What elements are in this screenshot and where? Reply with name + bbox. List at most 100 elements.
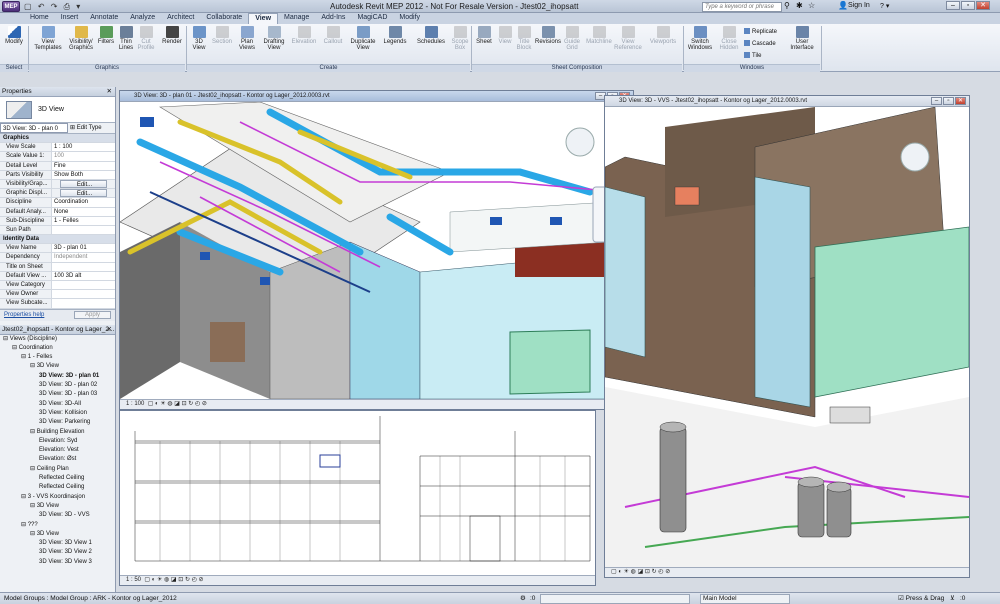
browser-tree-item[interactable]: 3D View: 3D View 1 (0, 539, 115, 548)
worksets-icon[interactable]: ⚙ (520, 593, 526, 604)
properties-section-header[interactable]: Identity Data (0, 235, 115, 245)
tab-manage[interactable]: Manage (278, 13, 315, 24)
property-value[interactable] (52, 299, 115, 308)
property-row[interactable]: Scale Value 1: 100 (0, 152, 115, 162)
filter-icon[interactable]: ⊻ (950, 593, 955, 604)
switch-windows-button[interactable]: Switch Windows (686, 26, 714, 62)
cut-profile-button[interactable]: Cut Profile (136, 26, 156, 62)
tab-insert[interactable]: Insert (55, 13, 85, 24)
browser-tree-item[interactable]: ⊟ Building Elevation (0, 428, 115, 437)
property-value[interactable] (52, 281, 115, 290)
browser-tree-item[interactable]: 3D View: 3D - plan 03 (0, 390, 115, 399)
close-hidden-button[interactable]: Close Hidden (716, 26, 742, 62)
property-row[interactable]: View Category (0, 281, 115, 291)
press-drag-checkbox[interactable]: ☑ Press & Drag (898, 593, 944, 604)
thin-lines-button[interactable]: Thin Lines (117, 26, 135, 62)
view-title-bar[interactable]: 3D View: 3D - plan 01 - Jtest02_ihopsatt… (120, 91, 633, 102)
browser-tree-item[interactable]: ⊟ Views (Discipline) (0, 335, 115, 344)
browser-tree-item[interactable]: ⊟ 1 - Felles (0, 353, 115, 362)
section-button[interactable]: Section (210, 26, 234, 62)
maximize-button[interactable]: ▫ (943, 97, 954, 105)
property-value[interactable]: 100 (52, 152, 115, 161)
view-scale[interactable]: 1 : 100 (126, 401, 144, 407)
render-button[interactable]: Render (160, 26, 184, 62)
close-button[interactable]: ✕ (976, 1, 990, 10)
collapse-toggle-icon[interactable]: ⊟ (30, 466, 37, 472)
tab-view[interactable]: View (248, 13, 279, 24)
maximize-button[interactable]: ▫ (961, 1, 975, 10)
property-row[interactable]: View Name 3D - plan 01 (0, 244, 115, 254)
browser-tree-item[interactable]: ⊟ 3 - VVS Koordinasjon (0, 493, 115, 502)
schedules-button[interactable]: Schedules (414, 26, 448, 62)
close-button[interactable]: ✕ (955, 97, 966, 105)
visibility-graphics-button[interactable]: Visibility/ Graphics (66, 26, 96, 62)
view-title-bar[interactable]: 3D View: 3D - VVS - Jtest02_ihopsatt - K… (605, 96, 969, 107)
elevation-drawing-canvas[interactable] (120, 411, 595, 575)
collapse-toggle-icon[interactable]: ⊟ (30, 429, 37, 435)
property-value[interactable]: Independent (52, 253, 115, 262)
property-row[interactable]: Detail Level Fine (0, 161, 115, 171)
collapse-toggle-icon[interactable]: ⊟ (21, 522, 28, 528)
property-row[interactable]: View Owner (0, 290, 115, 300)
filters-button[interactable]: Filters (96, 26, 116, 62)
browser-tree-item[interactable]: 3D View: 3D-All (0, 400, 115, 409)
collapse-toggle-icon[interactable]: ⊟ (12, 345, 19, 351)
legends-button[interactable]: Legends (382, 26, 408, 62)
help-icon[interactable]: ? ▾ (880, 2, 889, 10)
collapse-toggle-icon[interactable]: ⊟ (21, 494, 28, 500)
collapse-toggle-icon[interactable]: ⊟ (30, 503, 37, 509)
close-icon[interactable]: ✕ (107, 87, 112, 97)
minimize-button[interactable]: – (946, 1, 960, 10)
subscription-icon[interactable]: ✱ (796, 1, 803, 10)
scope-box-button[interactable]: Scope Box (450, 26, 470, 62)
browser-tree-item[interactable]: ⊟ 3D View (0, 362, 115, 371)
search-icon[interactable]: ⚲ (784, 1, 790, 10)
property-row[interactable]: View Subcate... (0, 299, 115, 309)
property-value[interactable]: None (52, 207, 115, 216)
quick-access-toolbar[interactable]: ▢ ↶ ↷ ⎙ ▾ (24, 2, 82, 12)
collapse-toggle-icon[interactable]: ⊟ (30, 531, 37, 537)
3d-model-canvas[interactable] (120, 102, 633, 399)
property-row[interactable]: Discipline Coordination (0, 198, 115, 208)
property-value[interactable]: Fine (52, 161, 115, 170)
apply-button[interactable]: Apply (73, 311, 111, 320)
tab-collaborate[interactable]: Collaborate (200, 13, 248, 24)
property-row[interactable]: Graphic Displ... Edit... (0, 189, 115, 199)
property-row[interactable]: View Scale 1 : 100 (0, 143, 115, 153)
minimize-button[interactable]: – (931, 97, 942, 105)
browser-tree-item[interactable]: Elevation: Vest (0, 446, 115, 455)
cascade-button[interactable]: Cascade (744, 40, 776, 47)
property-row[interactable]: Sub-Discipline 1 - Felles (0, 216, 115, 226)
elevation-button[interactable]: Elevation (290, 26, 318, 62)
user-interface-button[interactable]: User Interface (788, 26, 816, 62)
edit-type-button[interactable]: ⊞ Edit Type (68, 123, 102, 133)
property-value[interactable] (52, 290, 115, 299)
tab-add-ins[interactable]: Add-Ins (315, 13, 351, 24)
place-view-button[interactable]: View (496, 26, 514, 62)
browser-tree-item[interactable]: 3D View: Parkering (0, 418, 115, 427)
workset-field[interactable] (540, 594, 690, 604)
browser-tree-item[interactable]: Elevation: Øst (0, 455, 115, 464)
duplicate-view-button[interactable]: Duplicate View (348, 26, 378, 62)
browser-tree-item[interactable]: ⊟ ??? (0, 521, 115, 530)
tab-architect[interactable]: Architect (161, 13, 200, 24)
browser-tree-item[interactable]: ⊟ Ceiling Plan (0, 465, 115, 474)
view-controls-icons[interactable]: ▢ ◐ ☀ ◍ ◪ ⊡ ↻ ◴ ⊘ (146, 401, 207, 407)
tab-analyze[interactable]: Analyze (124, 13, 161, 24)
sheet-button[interactable]: Sheet (474, 26, 494, 62)
property-value[interactable] (52, 225, 115, 235)
property-row[interactable]: Visibility/Grap... Edit... (0, 179, 115, 190)
plan-views-button[interactable]: Plan Views (236, 26, 258, 62)
tab-modify[interactable]: Modify (393, 13, 426, 24)
property-row[interactable]: Default Analy... None (0, 207, 115, 217)
communication-icon[interactable]: ☆ (808, 1, 815, 10)
view-window-elevation[interactable]: 1 : 50 ▢ ◐ ☀ ◍ ◪ ⊡ ↻ ◴ ⊘ (119, 410, 596, 586)
browser-tree-item[interactable]: 3D View: Kollision (0, 409, 115, 418)
property-value[interactable]: 100 3D alt (52, 271, 115, 280)
tab-magicad[interactable]: MagiCAD (351, 13, 393, 24)
property-value[interactable]: Show Both (52, 170, 115, 179)
property-row[interactable]: Sun Path (0, 225, 115, 236)
view-controls-icons[interactable]: ▢ ◐ ☀ ◍ ◪ ⊡ ↻ ◴ ⊘ (143, 577, 203, 583)
browser-tree-item[interactable]: Reflected Ceiling (0, 483, 115, 492)
sign-in-link[interactable]: Sign In (848, 2, 870, 9)
